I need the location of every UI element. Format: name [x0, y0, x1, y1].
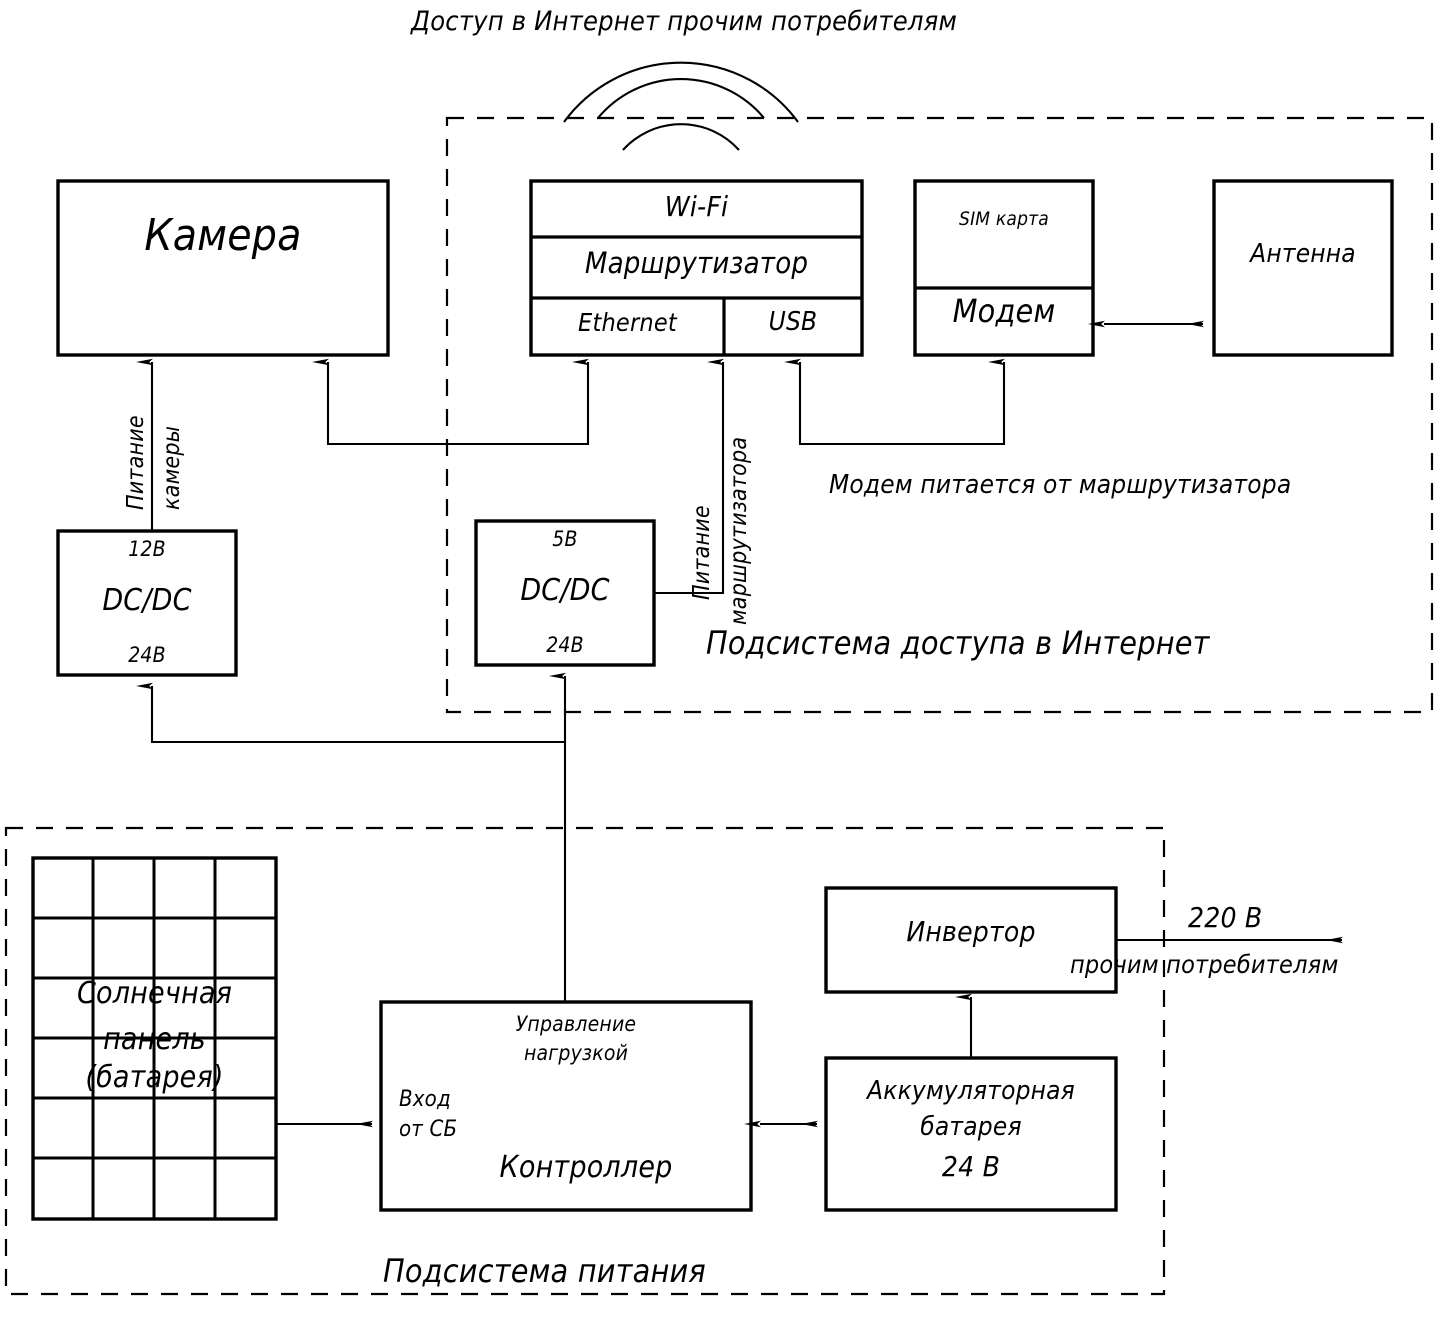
modem-power-note: Модем питается от маршрутизатора: [829, 470, 1292, 500]
power-subsystem-label: Подсистема питания: [383, 1252, 706, 1290]
camera-block-label: Камера: [144, 210, 302, 261]
controller-input-label-line1: Вход: [399, 1087, 451, 1112]
dcdc-camera-output-voltage: 12В: [128, 537, 166, 561]
solar-panel-label-line3: (батарея): [85, 1060, 224, 1095]
output-consumers-label: прочим потребителям: [1070, 950, 1339, 979]
router-usb-label: USB: [768, 307, 818, 337]
dcdc-router-output-voltage: 5В: [552, 527, 578, 551]
diagram-canvas: Доступ в Интернет прочим потребителям Ка…: [0, 0, 1454, 1334]
modem-name-label: Модем: [952, 292, 1056, 330]
dcdc-router-input-voltage: 24В: [546, 633, 584, 657]
wifi-signal-icon: [563, 61, 799, 151]
controller-load-control-line1: Управление: [515, 1012, 637, 1036]
controller-input-label-line2: от СБ: [399, 1117, 458, 1142]
wire-camera-to-ethernet: [312, 358, 590, 446]
solar-panel-label-line2: панель: [103, 1022, 206, 1057]
dcdc-camera-input-voltage: 24В: [128, 643, 166, 667]
antenna-block-label: Антенна: [1250, 239, 1356, 269]
modem-sim-label: SIM карта: [959, 208, 1049, 230]
battery-label-line2: батарея: [920, 1112, 1022, 1142]
internet-subsystem-label: Подсистема доступа в Интернет: [706, 624, 1210, 662]
output-voltage-label: 220 В: [1188, 901, 1263, 934]
router-name-label: Маршрутизатор: [584, 246, 809, 280]
dcdc-router-label: DC/DC: [520, 573, 610, 608]
diagram-title: Доступ в Интернет прочим потребителям: [411, 6, 957, 37]
router-ethernet-label: Ethernet: [578, 308, 677, 337]
power-router-label-line2: маршрутизатора: [726, 436, 752, 625]
camera-block-outline: [56, 179, 390, 357]
solar-panel-label-line1: Солнечная: [76, 976, 233, 1011]
inverter-label: Инвертор: [906, 915, 1036, 948]
controller-name-label: Контроллер: [499, 1150, 673, 1185]
battery-label-line1: Аккумуляторная: [867, 1076, 1075, 1106]
battery-voltage-label: 24 В: [941, 1150, 1001, 1183]
dcdc-camera-label: DC/DC: [102, 583, 192, 618]
controller-load-control-line2: нагрузкой: [523, 1041, 629, 1065]
power-router-label-line1: Питание: [689, 505, 715, 600]
power-camera-label-line1: Питание: [123, 415, 149, 510]
power-camera-label-line2: камеры: [159, 425, 185, 510]
wire-usb-to-modem: [784, 358, 1006, 446]
router-wifi-label: Wi-Fi: [664, 190, 729, 223]
